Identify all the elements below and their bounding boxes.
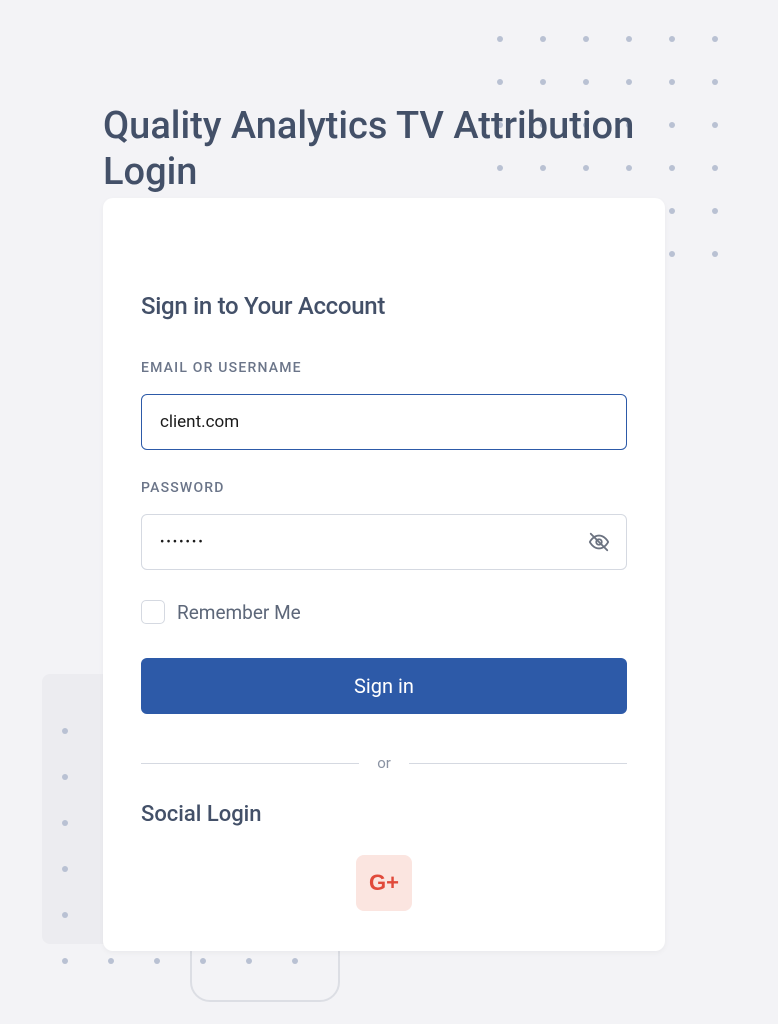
remember-row: Remember Me [141,600,627,624]
google-plus-icon: G+ [369,870,399,896]
form-heading: Sign in to Your Account [141,292,627,320]
divider-row: or [141,754,627,772]
divider-text: or [377,754,391,772]
remember-label: Remember Me [177,601,301,624]
sign-in-button[interactable]: Sign in [141,658,627,714]
password-input[interactable] [141,514,627,570]
email-label: EMAIL OR USERNAME [141,360,627,376]
page-title: Quality Analytics TV Attribution Login [103,104,673,195]
login-card: Sign in to Your Account EMAIL OR USERNAM… [103,198,665,951]
eye-off-icon [588,531,610,553]
password-label: PASSWORD [141,480,627,496]
email-input[interactable] [141,394,627,450]
google-login-button[interactable]: G+ [356,855,412,911]
password-input-wrap [141,514,627,570]
remember-checkbox[interactable] [141,600,165,624]
password-field-group: PASSWORD [141,480,627,570]
divider-line-left [141,763,359,764]
email-field-group: EMAIL OR USERNAME [141,360,627,450]
social-login-row: G+ [141,855,627,911]
toggle-password-visibility-button[interactable] [587,530,611,554]
social-login-heading: Social Login [141,802,627,827]
divider-line-right [409,763,627,764]
email-input-wrap [141,394,627,450]
